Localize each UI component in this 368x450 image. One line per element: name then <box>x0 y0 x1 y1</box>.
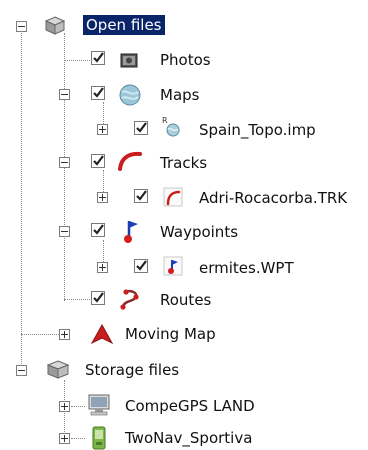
expand-moving-map[interactable] <box>59 329 70 340</box>
route-icon <box>118 287 140 310</box>
database-icon <box>46 358 70 380</box>
track-file-icon <box>162 186 184 208</box>
moving-map-arrow-icon <box>90 323 114 345</box>
computer-icon <box>86 393 110 416</box>
photos-label[interactable]: Photos <box>160 50 211 70</box>
tree-line <box>71 438 85 439</box>
map-file-label[interactable]: Spain_Topo.imp <box>199 120 316 140</box>
collapse-tracks[interactable] <box>59 157 70 168</box>
map-file-checkbox[interactable] <box>133 120 149 136</box>
svg-text:R: R <box>162 116 168 125</box>
tree-line <box>64 60 90 61</box>
tree-line <box>71 406 85 407</box>
track-icon <box>117 150 142 172</box>
open-files-label[interactable]: Open files <box>83 15 165 35</box>
expand-waypoint-file[interactable] <box>97 262 108 273</box>
file-tree: Open files Photos Maps R Spain_Topo.imp … <box>0 0 368 450</box>
tracks-label[interactable]: Tracks <box>160 153 207 173</box>
expand-map-file[interactable] <box>97 124 108 135</box>
tree-line <box>21 33 22 370</box>
collapse-maps[interactable] <box>59 89 70 100</box>
database-icon <box>44 14 66 36</box>
photos-checkbox[interactable] <box>90 50 106 66</box>
tree-line <box>21 334 59 335</box>
storage-files-label[interactable]: Storage files <box>85 360 179 380</box>
maps-checkbox[interactable] <box>90 85 106 101</box>
expand-track-file[interactable] <box>97 192 108 203</box>
collapse-open-files[interactable] <box>16 21 27 32</box>
device-gps-label[interactable]: TwoNav_Sportiva <box>125 428 252 448</box>
track-file-label[interactable]: Adri-Rocacorba.TRK <box>199 188 347 208</box>
collapse-storage-files[interactable] <box>16 365 27 376</box>
waypoint-file-checkbox[interactable] <box>133 258 149 274</box>
expand-device-pc[interactable] <box>59 401 70 412</box>
waypoint-file-label[interactable]: ermites.WPT <box>199 258 294 278</box>
routes-checkbox[interactable] <box>90 290 106 306</box>
device-pc-label[interactable]: CompeGPS LAND <box>125 396 255 416</box>
tracks-checkbox[interactable] <box>90 153 106 169</box>
moving-map-label[interactable]: Moving Map <box>125 324 216 344</box>
waypoint-flag-icon <box>120 218 142 243</box>
map-file-icon: R <box>160 115 182 137</box>
routes-label[interactable]: Routes <box>160 290 211 310</box>
collapse-waypoints[interactable] <box>59 226 70 237</box>
track-file-checkbox[interactable] <box>133 188 149 204</box>
tree-line <box>64 299 90 300</box>
maps-label[interactable]: Maps <box>160 85 199 105</box>
waypoint-file-icon <box>162 255 184 277</box>
waypoints-label[interactable]: Waypoints <box>160 222 238 242</box>
waypoints-checkbox[interactable] <box>90 222 106 238</box>
camera-icon <box>118 49 140 71</box>
map-globe-icon <box>118 83 141 106</box>
gps-device-icon <box>90 426 112 450</box>
expand-device-gps[interactable] <box>59 433 70 444</box>
